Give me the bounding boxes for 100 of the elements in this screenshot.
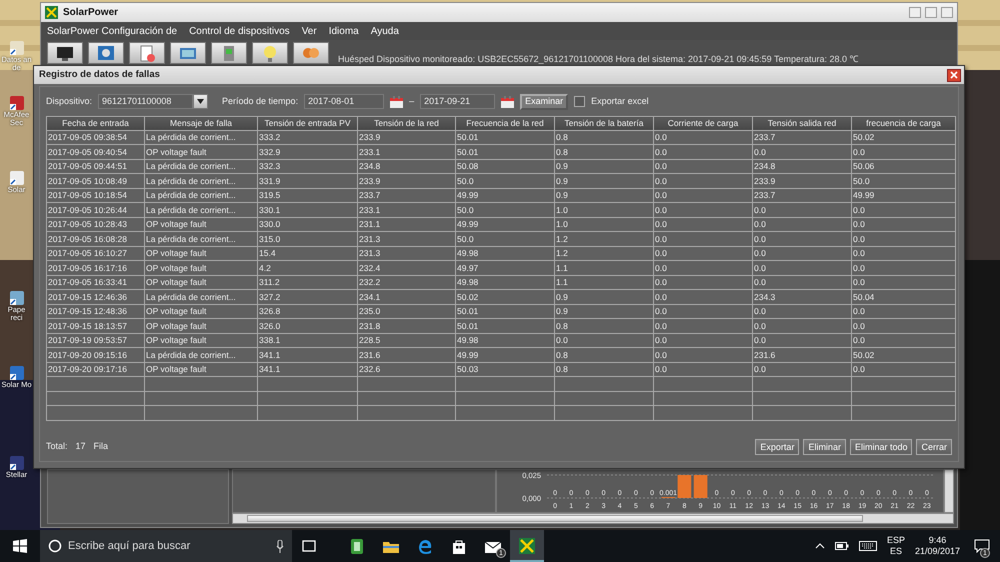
dialog-button[interactable]: Exportar xyxy=(755,439,800,455)
table-cell: 0.0 xyxy=(654,232,752,246)
total-label: Total: xyxy=(46,440,68,454)
table-cell: 1.0 xyxy=(554,217,654,232)
dialog-button[interactable]: Cerrar xyxy=(916,439,952,455)
column-header[interactable]: Fecha de entrada xyxy=(46,116,144,130)
table-cell: 2017-09-05 09:44:51 xyxy=(46,159,144,174)
table-cell: 50.0 xyxy=(456,202,554,218)
table-cell: OP voltage fault xyxy=(144,275,258,290)
table-cell: 0.0 xyxy=(852,232,956,246)
table-cell: 2017-09-05 16:08:28 xyxy=(46,232,144,246)
table-cell: 0.0 xyxy=(654,144,752,160)
table-cell: 50.0 xyxy=(852,174,956,188)
table-cell: 2017-09-20 09:15:16 xyxy=(46,348,144,362)
table-cell: 233.7 xyxy=(358,188,456,203)
clock[interactable]: 9:46 21/09/2017 xyxy=(914,535,960,557)
table-cell: 49.98 xyxy=(456,246,554,261)
column-header[interactable]: Tensión de la batería xyxy=(554,116,654,130)
table-cell: OP voltage fault xyxy=(144,304,258,319)
table-cell: 0.0 xyxy=(654,188,752,203)
table-cell: 235.0 xyxy=(358,304,456,319)
date-field[interactable]: 2017-08-01 xyxy=(304,94,384,109)
table-cell: 50.02 xyxy=(456,290,554,304)
table-cell: 231.6 xyxy=(752,348,852,362)
menu-item[interactable]: Idioma xyxy=(328,24,359,38)
dialog-button[interactable]: Eliminar xyxy=(803,439,846,455)
table-cell: OP voltage fault xyxy=(144,362,258,377)
table-cell: 50.0 xyxy=(456,174,554,188)
dialog-button[interactable]: Eliminar todo xyxy=(850,439,912,455)
column-header[interactable]: Tensión de entrada PV xyxy=(258,116,358,130)
search-button[interactable]: Examinar xyxy=(520,94,568,110)
table-cell: 50.06 xyxy=(852,159,956,174)
table-cell: La pérdida de corrient... xyxy=(144,188,258,203)
table-cell: 1.0 xyxy=(554,202,654,218)
table-cell: 0.0 xyxy=(752,232,852,246)
table-cell: 231.1 xyxy=(358,217,456,232)
table-cell: 0.0 xyxy=(852,362,956,377)
table-cell: OP voltage fault xyxy=(144,246,258,261)
column-header[interactable]: Frecuencia de la red xyxy=(456,116,554,130)
table-cell: 231.3 xyxy=(358,232,456,246)
status-text: Huésped Dispositivo monitoreado: USB2EC55672_96121701100008 Hora del sistema: 2017-09-21 09:45:59 Temperatura: 28.0 ℃ xyxy=(338,53,859,66)
table-cell: 233.9 xyxy=(358,130,456,145)
table-cell: 231.8 xyxy=(358,318,456,334)
search-field[interactable]: Escribe aquí para buscar xyxy=(40,530,292,562)
menu-item[interactable]: Ayuda xyxy=(370,24,399,38)
table-cell: 0.0 xyxy=(852,144,956,160)
table-cell: 50.0 xyxy=(456,232,554,246)
table-cell: 233.7 xyxy=(752,130,852,145)
table-cell: 2017-09-20 09:17:16 xyxy=(46,362,144,377)
table-cell: 0.0 xyxy=(752,304,852,319)
menu-item[interactable]: Ver xyxy=(302,24,317,38)
table-cell: OP voltage fault xyxy=(144,144,258,160)
language-indicator[interactable]: ESP ES xyxy=(886,535,905,557)
table-cell: 0.0 xyxy=(654,304,752,319)
table-cell: 0.0 xyxy=(654,362,752,377)
table-cell: 49.98 xyxy=(456,333,554,348)
table-cell: 341.1 xyxy=(258,362,358,377)
table-cell: 0.0 xyxy=(752,246,852,261)
table-cell: 50.02 xyxy=(852,348,956,362)
menu-item[interactable]: SolarPower Configuración de xyxy=(47,24,178,38)
date-field[interactable]: 2017-09-21 xyxy=(420,94,496,109)
table-cell: OP voltage fault xyxy=(144,217,258,232)
table-cell: 2017-09-15 12:46:36 xyxy=(46,290,144,304)
column-header[interactable]: Mensaje de falla xyxy=(144,116,258,130)
table-cell: OP voltage fault xyxy=(144,333,258,348)
table-cell: La pérdida de corrient... xyxy=(144,130,258,145)
table-cell: 0.0 xyxy=(654,275,752,290)
column-header[interactable]: frecuencia de carga xyxy=(852,116,956,130)
table-cell: La pérdida de corrient... xyxy=(144,232,258,246)
table-cell: 0.0 xyxy=(852,304,956,319)
table-cell: 234.8 xyxy=(752,159,852,174)
table-cell: 0.0 xyxy=(752,362,852,377)
total-unit: Fila xyxy=(94,440,108,454)
column-header[interactable]: Tensión de la red xyxy=(358,116,456,130)
table-cell: 49.99 xyxy=(456,348,554,362)
table-cell: 1.2 xyxy=(554,246,654,261)
menu-item[interactable]: Control de dispositivos xyxy=(189,24,290,38)
table-cell: 49.99 xyxy=(456,217,554,232)
table-cell: 0.0 xyxy=(852,260,956,276)
column-header[interactable]: Corriente de carga xyxy=(654,116,752,130)
window-title: SolarPower xyxy=(63,6,118,20)
table-cell: 0.0 xyxy=(654,318,752,334)
table-cell: La pérdida de corrient... xyxy=(144,348,258,362)
table-cell: 330.1 xyxy=(258,202,358,218)
table-cell: 0.0 xyxy=(752,333,852,348)
column-header[interactable]: Tensión salida red xyxy=(752,116,852,130)
table-cell: OP voltage fault xyxy=(144,260,258,276)
table-cell: 4.2 xyxy=(258,260,358,276)
table-cell: 49.99 xyxy=(852,188,956,203)
table-cell: 2017-09-05 10:08:49 xyxy=(46,174,144,188)
table-cell: 0.9 xyxy=(554,188,654,203)
table-cell: 332.9 xyxy=(258,144,358,160)
table-cell: 0.0 xyxy=(852,318,956,334)
table-cell: 0.0 xyxy=(752,275,852,290)
table-cell: 0.0 xyxy=(752,318,852,334)
table-cell: 233.9 xyxy=(358,174,456,188)
table-cell: 327.2 xyxy=(258,290,358,304)
table-cell: 2017-09-15 18:13:57 xyxy=(46,318,144,334)
table-cell: La pérdida de corrient... xyxy=(144,202,258,218)
field-label: Período de tiempo: xyxy=(222,94,298,108)
